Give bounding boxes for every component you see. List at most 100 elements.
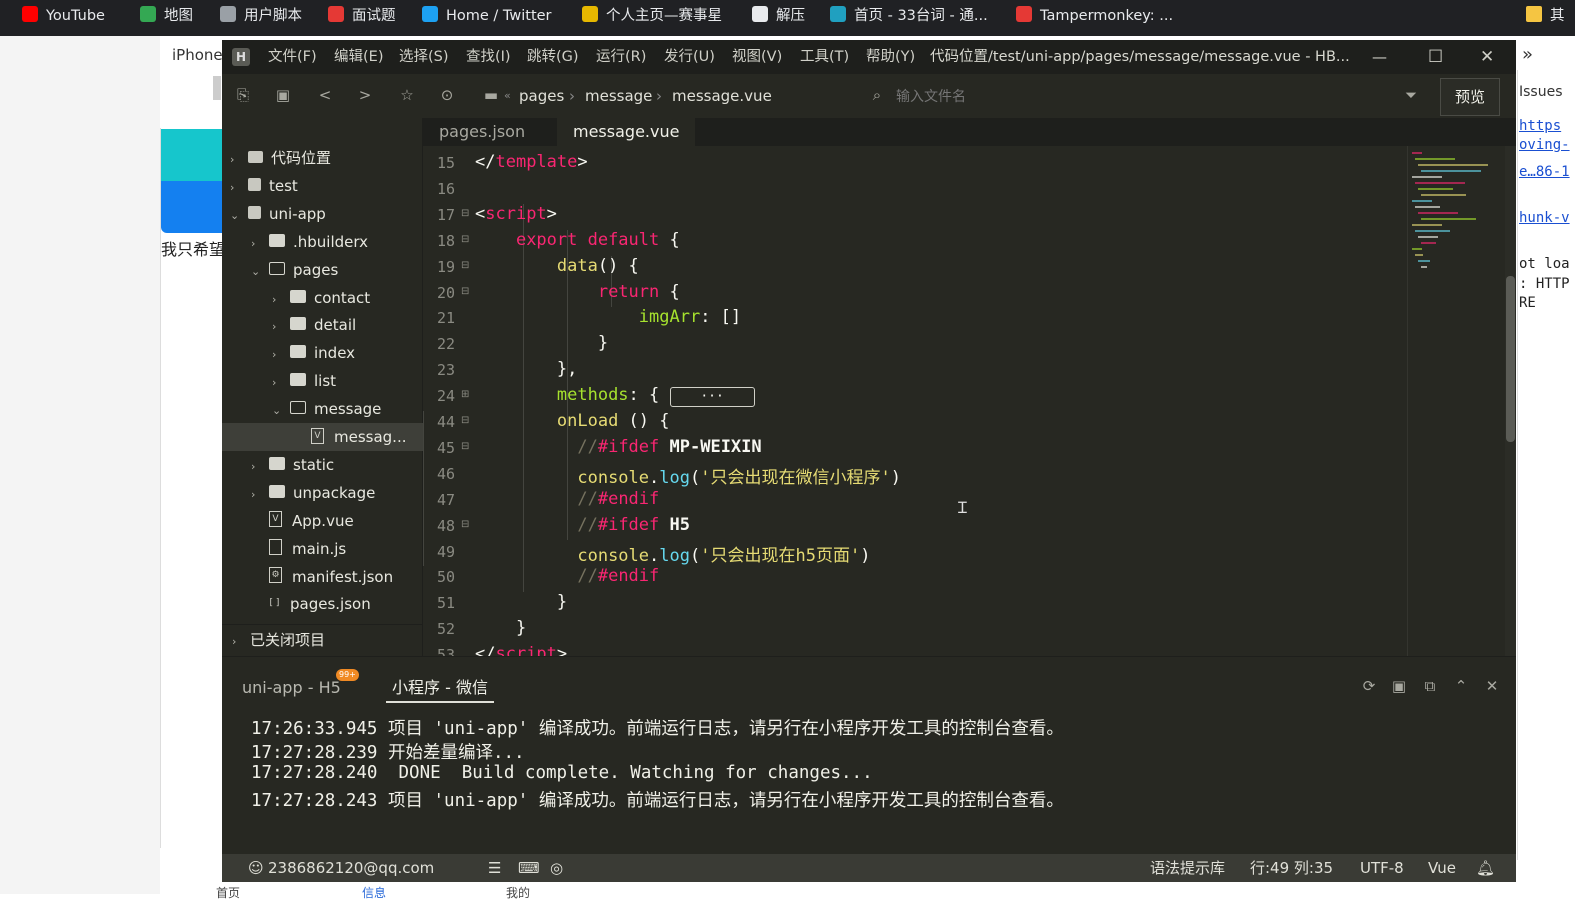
closed-projects-item[interactable]: › 已关闭项目 — [232, 626, 325, 654]
menu-item-6[interactable]: 发行(U) — [664, 40, 715, 74]
folder-icon — [269, 261, 285, 275]
tree-item[interactable]: ›main.js — [251, 535, 346, 563]
bookmark-6[interactable]: 解压 — [752, 0, 805, 32]
close-button[interactable]: ✕ — [1480, 40, 1494, 74]
expand-fold-icon[interactable]: ⊞ — [461, 389, 469, 400]
forward-icon[interactable]: > — [356, 86, 374, 104]
menu-item-5[interactable]: 运行(R) — [596, 40, 646, 74]
tree-item[interactable]: › list — [272, 367, 336, 395]
bookmark-4[interactable]: Home / Twitter — [422, 0, 552, 32]
tree-item[interactable]: ⌄ pages — [251, 256, 338, 284]
tree-item[interactable]: › unpackage — [251, 479, 375, 507]
file-language[interactable]: Vue — [1428, 854, 1456, 882]
terminal-icon[interactable]: ⌨ — [518, 854, 540, 882]
file-encoding[interactable]: UTF-8 — [1360, 854, 1404, 882]
tree-item[interactable]: › index — [272, 339, 355, 367]
tree-item[interactable]: ⌄ uni-app — [230, 200, 326, 228]
bookmark-7[interactable]: 首页 - 33台词 - 通... — [830, 0, 988, 32]
scrollbar-thumb[interactable] — [1506, 276, 1515, 442]
globe-icon[interactable]: ◎ — [550, 854, 563, 882]
preview-button[interactable]: 预览 — [1440, 78, 1500, 116]
bookmark-other[interactable]: 其 — [1526, 0, 1565, 32]
menu-item-7[interactable]: 视图(V) — [732, 40, 782, 74]
menu-item-3[interactable]: 查找(I) — [466, 40, 511, 74]
bookmark-2[interactable]: 用户脚本 — [220, 0, 302, 32]
new-file-icon[interactable]: ⎘ — [234, 86, 252, 104]
filter-icon[interactable]: ⏷ — [1402, 86, 1420, 104]
menu-item-9[interactable]: 帮助(Y) — [866, 40, 915, 74]
chevron-up-icon[interactable]: ⌃ — [1452, 677, 1470, 695]
minimize-button[interactable]: — — [1372, 40, 1387, 74]
devtools-line[interactable]: e…86-1 — [1519, 164, 1575, 180]
collapsed-block[interactable]: ··· — [669, 387, 755, 408]
project-icon — [248, 177, 261, 191]
list-icon[interactable]: ☰ — [488, 854, 501, 882]
line-number: 24 — [436, 387, 455, 406]
menu-item-2[interactable]: 选择(S) — [399, 40, 449, 74]
user-account[interactable]: 2386862120@qq.com — [268, 854, 434, 882]
minimap-line — [1412, 248, 1422, 250]
chevron-right-icon[interactable]: » — [1522, 44, 1533, 65]
devtools-line[interactable]: https — [1519, 118, 1575, 134]
collapse-fold-icon[interactable]: ⊟ — [461, 208, 469, 219]
restart-icon[interactable]: ⟳ — [1360, 677, 1378, 695]
notification-bell-icon[interactable]: 🔔︎ — [1476, 854, 1495, 882]
console-tab-h5[interactable]: uni-app - H5 — [242, 675, 341, 701]
run-icon[interactable]: ⊙ — [438, 86, 456, 104]
tree-item[interactable]: › contact — [272, 284, 370, 312]
bookmark-3[interactable]: 面试题 — [328, 0, 396, 32]
cursor-position[interactable]: 行:49 列:35 — [1250, 854, 1333, 882]
bottom-nav-home[interactable]: 首页 — [216, 884, 240, 901]
bookmark-star-icon[interactable]: ☆ — [398, 86, 416, 104]
collapse-fold-icon[interactable]: ⊟ — [461, 260, 469, 271]
file-search-input[interactable] — [894, 84, 1378, 110]
tree-item[interactable]: › 代码位置 — [230, 144, 331, 172]
bookmark-1[interactable]: 地图 — [140, 0, 193, 32]
open-external-icon[interactable]: ⧉ — [1421, 677, 1439, 695]
background-devtools-panel — [1517, 70, 1575, 860]
chevron-right-icon: › — [272, 292, 277, 306]
console-tab-weixin[interactable]: 小程序 - 微信 — [386, 675, 494, 703]
collapse-fold-icon[interactable]: ⊟ — [461, 234, 469, 245]
clear-console-icon[interactable]: ✕ — [1483, 677, 1501, 695]
bookmark-0[interactable]: YouTube — [22, 0, 105, 32]
collapse-fold-icon[interactable]: ⊟ — [461, 519, 469, 530]
menu-item-4[interactable]: 跳转(G) — [527, 40, 579, 74]
back-icon[interactable]: < — [316, 86, 334, 104]
breadcrumb-file[interactable]: message.vue — [672, 84, 772, 108]
syntax-library[interactable]: 语法提示库 — [1150, 854, 1225, 882]
bottom-nav-mine[interactable]: 我的 — [506, 884, 530, 901]
stop-icon[interactable]: ▣ — [1390, 677, 1408, 695]
devtools-line[interactable]: oving- — [1519, 137, 1575, 153]
tree-item[interactable]: › test — [230, 172, 298, 200]
bookmark-8[interactable]: Tampermonkey: ... — [1016, 0, 1173, 32]
tree-item[interactable]: › static — [251, 451, 334, 479]
bookmark-5[interactable]: 个人主页—赛事星 — [582, 0, 722, 32]
tree-item[interactable]: ›⚙manifest.json — [251, 563, 393, 591]
bookmark-label: 面试题 — [352, 8, 396, 24]
minimap[interactable] — [1407, 146, 1506, 656]
toolbar: ⎘ ▣ < > ☆ ⊙ ▬ « pages › message › messag… — [222, 74, 1516, 119]
menu-item-1[interactable]: 编辑(E) — [334, 40, 383, 74]
tab-message-vue[interactable]: message.vue — [557, 118, 696, 146]
devtools-line[interactable]: hunk-v — [1519, 210, 1575, 226]
tree-item[interactable]: ⌄ message — [272, 395, 381, 423]
collapse-fold-icon[interactable]: ⊟ — [461, 441, 469, 452]
menu-item-8[interactable]: 工具(T) — [800, 40, 849, 74]
collapse-fold-icon[interactable]: ⊟ — [461, 286, 469, 297]
collapse-fold-icon[interactable]: ⊟ — [461, 415, 469, 426]
maximize-button[interactable]: ☐ — [1428, 40, 1443, 74]
tree-item[interactable]: › detail — [272, 311, 356, 339]
tree-item[interactable]: › .hbuilderx — [251, 228, 368, 256]
tree-item[interactable]: ›[ ]pages.json — [251, 590, 371, 618]
breadcrumb-message[interactable]: message — [585, 84, 652, 108]
breadcrumb-pages[interactable]: pages — [519, 84, 564, 108]
minimap-line — [1418, 236, 1438, 238]
save-icon[interactable]: ▣ — [274, 86, 292, 104]
tree-item[interactable]: ›VApp.vue — [251, 507, 354, 535]
tab-pages-json[interactable]: pages.json — [423, 118, 541, 146]
bottom-nav-message[interactable]: 信息 — [362, 884, 386, 901]
menu-item-0[interactable]: 文件(F) — [268, 40, 317, 74]
code-editor[interactable]: 15 </template> 16 17 ⊟ <script> 18 ⊟ export def… — [423, 146, 1407, 656]
code-line: data() { — [556, 255, 639, 276]
